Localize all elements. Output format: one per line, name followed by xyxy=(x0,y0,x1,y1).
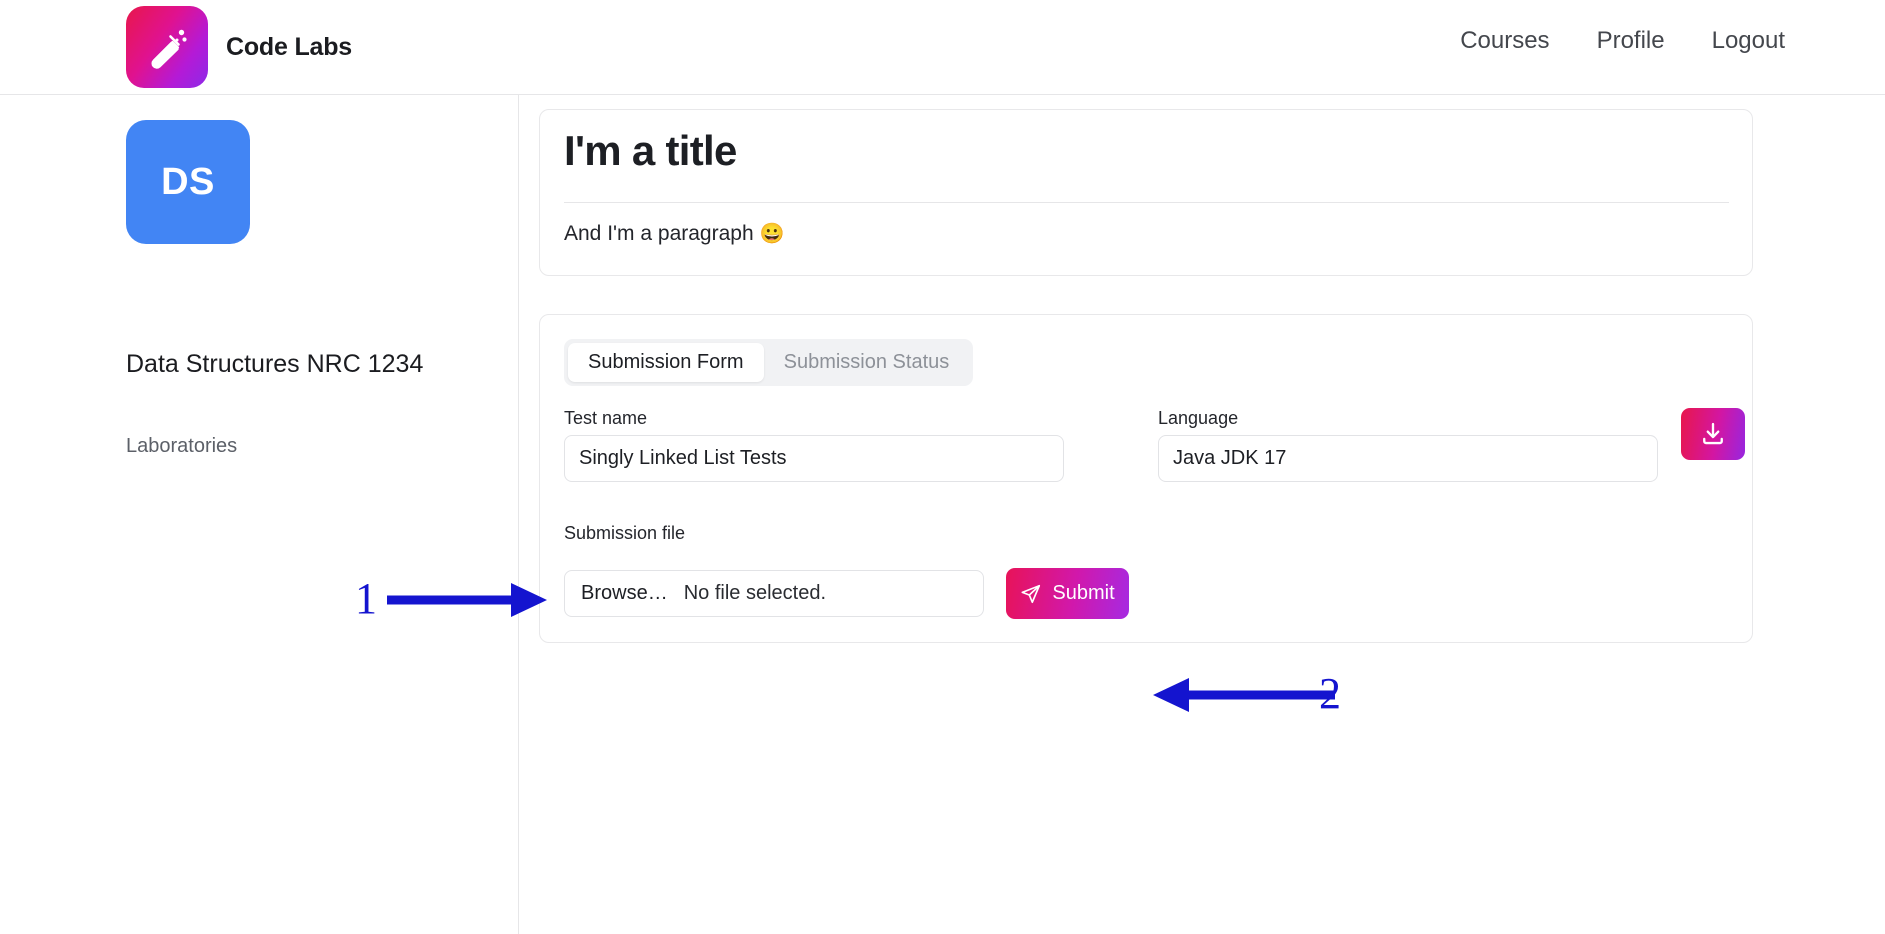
annotation-arrow-2 xyxy=(1153,678,1335,712)
submission-file-input[interactable]: Browse… No file selected. xyxy=(564,570,984,617)
nav-link-logout[interactable]: Logout xyxy=(1712,27,1785,55)
test-tube-icon xyxy=(126,6,208,88)
main-nav: Courses Profile Logout xyxy=(1460,27,1785,55)
submission-card: Submission Form Submission Status Test n… xyxy=(539,314,1753,643)
nav-link-courses[interactable]: Courses xyxy=(1460,27,1549,55)
tab-submission-status[interactable]: Submission Status xyxy=(764,343,970,382)
top-header: Code Labs Courses Profile Logout xyxy=(0,0,1885,95)
course-title: Data Structures NRC 1234 xyxy=(126,350,424,378)
send-icon xyxy=(1021,584,1041,603)
intro-paragraph-text: And I'm a paragraph xyxy=(564,222,760,245)
submit-button-label: Submit xyxy=(1052,582,1115,604)
intro-card: I'm a title And I'm a paragraph 😀 xyxy=(539,109,1753,276)
course-avatar: DS xyxy=(126,120,250,244)
submit-button[interactable]: Submit xyxy=(1006,568,1129,619)
download-icon xyxy=(1703,422,1723,445)
brand[interactable]: Code Labs xyxy=(126,6,352,88)
page-title: I'm a title xyxy=(564,127,737,174)
intro-paragraph: And I'm a paragraph 😀 xyxy=(564,221,784,246)
sidebar: DS Data Structures NRC 1234 Laboratories xyxy=(0,95,519,934)
brand-name: Code Labs xyxy=(226,32,352,61)
language-input[interactable]: Java JDK 17 xyxy=(1158,435,1658,482)
nav-link-profile[interactable]: Profile xyxy=(1597,27,1665,55)
submission-file-label: Submission file xyxy=(564,523,686,543)
smiley-icon: 😀 xyxy=(759,223,785,245)
annotation-number-1: 1 xyxy=(355,574,377,623)
browse-button[interactable]: Browse… xyxy=(581,582,668,605)
test-name-input[interactable]: Singly Linked List Tests xyxy=(564,435,1064,482)
tab-list: Submission Form Submission Status xyxy=(564,339,974,386)
main-content: I'm a title And I'm a paragraph 😀 Submis… xyxy=(519,95,1885,934)
annotation-number-2: 2 xyxy=(1319,669,1341,718)
app-root: Code Labs Courses Profile Logout DS Data… xyxy=(0,0,1885,934)
tab-submission-form[interactable]: Submission Form xyxy=(568,343,764,382)
download-button[interactable] xyxy=(1681,408,1745,460)
language-label: Language xyxy=(1158,408,1239,428)
test-name-label: Test name xyxy=(564,408,648,428)
annotation-arrow-1 xyxy=(387,583,547,617)
divider xyxy=(564,202,1729,203)
file-status-text: No file selected. xyxy=(683,582,826,604)
sidebar-item-laboratories[interactable]: Laboratories xyxy=(126,435,237,458)
